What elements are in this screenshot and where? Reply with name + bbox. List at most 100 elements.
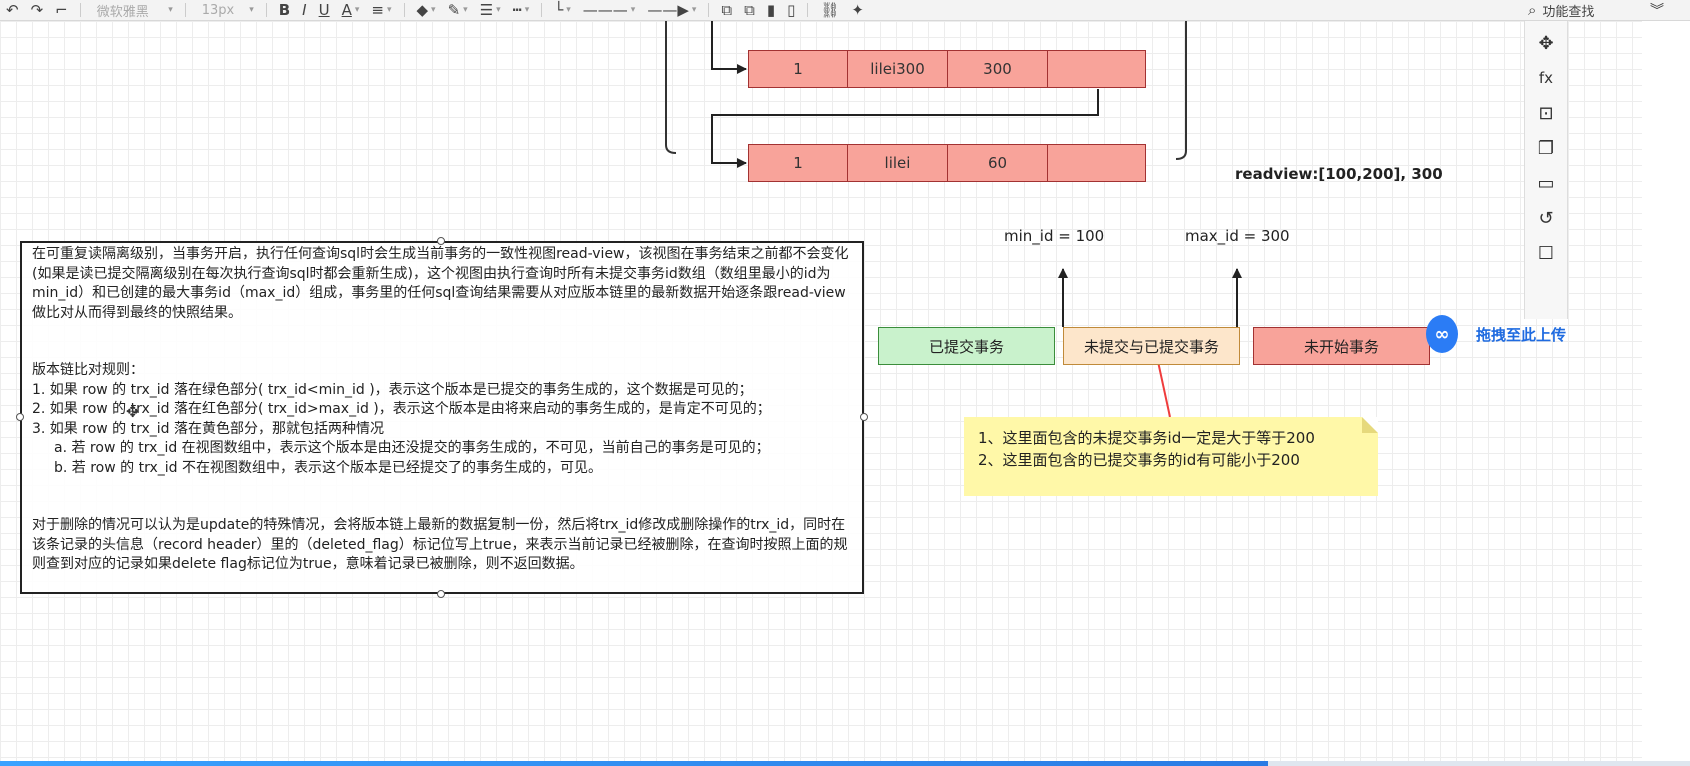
comment-icon[interactable]: ☐ [1532,239,1560,267]
row-cell-pointer [1048,50,1146,88]
bring-front-icon: ⧉ [721,1,733,19]
font-color-button[interactable]: A ▾ [336,0,366,20]
line-width-icon: ☰ [479,1,494,19]
font-size-select[interactable]: 13px ▾ [192,0,260,20]
italic-icon: I [302,1,307,19]
collapse-toolbar-button[interactable]: ︾ [1650,0,1664,20]
bring-front-button[interactable]: ⧉ [715,0,738,20]
note-line-2: 2、这里面包含的已提交事务的id有可能小于200 [978,451,1300,469]
toolbar-divider [184,3,186,17]
right-side-panel: ✥ fx ⊡ ❐ ▭ ↺ ☐ [1524,21,1568,319]
upload-dropzone[interactable]: ∞ 拖拽至此上传 [1426,311,1566,357]
bold-button[interactable]: B [273,0,296,20]
committed-transactions-box[interactable]: 已提交事务 [878,327,1055,365]
right-bracket [1175,21,1187,160]
magic-wand-button[interactable]: ✦ [845,0,870,20]
connector-to-row1 [711,21,747,74]
link-button[interactable]: ⛓ [814,0,845,20]
move-cursor-icon: ✥ [126,402,140,421]
note-line-1: 1、这里面包含的未提交事务id一定是大于等于200 [978,429,1315,447]
chevron-down-icon: ▾ [691,5,697,15]
delete-paragraph: 对于删除的情况可以认为是update的特殊情况，会将版本链上最新的数据复制一份，… [32,517,848,572]
not-started-transactions-box[interactable]: 未开始事务 [1253,327,1430,365]
chevron-down-icon: ▾ [249,5,254,15]
rule-2: 2. 如果 row 的 trx_id 落在红色部分( trx_id>max_id… [32,401,771,417]
min-id-label[interactable]: min_id = 100 [1004,227,1104,245]
upload-label: 拖拽至此上传 [1475,325,1566,344]
video-progress-bar[interactable] [0,761,1690,766]
font-color-icon: A [341,1,352,19]
page-icon[interactable]: ▭ [1532,169,1560,197]
version-row-1[interactable]: 1 lilei300 300 [748,50,1146,88]
double-chevron-down-icon: ︾ [1650,3,1664,19]
sticky-note[interactable]: 1、这里面包含的未提交事务id一定是大于等于200 2、这里面包含的已提交事务的… [964,417,1378,496]
underline-button[interactable]: U [313,0,336,20]
undo-button[interactable]: ↶ [0,0,25,20]
readview-label[interactable]: readview:[100,200], 300 [1235,165,1443,183]
navigator-icon[interactable]: ✥ [1532,29,1560,57]
feature-search-button[interactable]: ⌕ 功能查找 [1528,0,1594,20]
italic-button[interactable]: I [296,0,312,20]
resize-handle-bottom[interactable] [437,590,445,598]
elbow-connector-icon: └ [554,1,564,19]
toolbar-divider [265,3,267,17]
explanation-textbox[interactable]: 在可重复读隔离级别，当事务开启，执行任何查询sql时会生成当前事务的一致性视图r… [20,241,864,594]
line-color-button[interactable]: ✎ ▾ [442,0,474,20]
row-cell-balance: 300 [948,50,1048,88]
connector-type-button[interactable]: └ ▾ [548,0,577,20]
undo-icon: ↶ [6,1,19,19]
formula-icon[interactable]: fx [1532,64,1560,92]
video-progress-fill [0,761,1268,766]
chevron-down-icon: ▾ [386,5,392,15]
unlock-icon: ▯ [787,1,796,19]
toolbar-divider [403,3,405,17]
crop-icon[interactable]: ⊡ [1532,99,1560,127]
resize-handle-left[interactable] [16,413,24,421]
send-back-button[interactable]: ⧉ [738,0,761,20]
chevron-down-icon: ▾ [431,5,436,15]
unlock-button[interactable]: ▯ [781,0,801,20]
line-pattern-button[interactable]: ——— ▾ [577,0,642,20]
redo-button[interactable]: ↷ [25,0,50,20]
resize-handle-top[interactable] [437,237,445,245]
link-icon: ⛓ [820,1,840,19]
toolbar-divider [807,3,809,17]
dashed-line-icon: ┅ [512,1,522,19]
pages-icon[interactable]: ❐ [1532,134,1560,162]
line-style-button[interactable]: ┅ ▾ [507,0,536,20]
row-cell-id: 1 [748,144,848,182]
align-left-icon: ≡ [371,1,384,19]
fill-color-button[interactable]: ◆ ▾ [411,0,442,20]
version-row-2[interactable]: 1 lilei 60 [748,144,1146,182]
uncommitted-and-committed-box[interactable]: 未提交与已提交事务 [1063,327,1240,365]
format-painter-button[interactable]: ⌐ [49,0,74,20]
send-back-icon: ⧉ [744,1,755,19]
cloud-upload-icon: ∞ [1426,315,1458,353]
history-icon[interactable]: ↺ [1532,204,1560,232]
bold-icon: B [278,1,291,19]
redo-icon: ↷ [30,1,44,19]
row-cell-name: lilei [848,144,948,182]
toolbar: ↶ ↷ ⌐ 微软雅黑 ▾ 13px ▾ B I U A ▾ ≡ ▾ ◆ ▾ ✎ ▾ ☰ ▾ ┅… [0,0,1690,21]
underline-icon: U [318,1,330,19]
font-family-select[interactable]: 微软雅黑 ▾ [87,0,179,20]
intro-paragraph: 在可重复读隔离级别，当事务开启，执行任何查询sql时会生成当前事务的一致性视图r… [32,246,849,321]
chevron-down-icon: ▾ [496,5,501,15]
chevron-down-icon: ▾ [566,5,571,15]
lock-button[interactable]: ▮ [761,0,781,20]
max-id-label[interactable]: max_id = 300 [1185,227,1290,245]
toolbar-divider [708,3,710,17]
rule-3: 3. 如果 row 的 trx_id 落在黄色部分，那就包括两种情况 [32,420,385,437]
rule-3a: a. 若 row 的 trx_id 在视图数组中，表示这个版本是由还没提交的事务… [54,440,770,456]
pen-icon: ✎ [447,1,461,19]
arrow-style-button[interactable]: ——▶ ▾ [641,0,702,20]
arrow-right-icon: ——▶ [647,1,689,19]
row-cell-name: lilei300 [848,50,948,88]
align-button[interactable]: ≡ ▾ [365,0,397,20]
magic-wand-icon: ✦ [851,1,864,19]
toolbar-divider [541,3,543,17]
diagram-canvas[interactable]: 1 lilei300 300 1 lilei 60 readview:[100,… [0,21,1642,761]
line-width-button[interactable]: ☰ ▾ [474,0,507,20]
resize-handle-right[interactable] [860,413,868,421]
lock-icon: ▮ [766,1,776,19]
